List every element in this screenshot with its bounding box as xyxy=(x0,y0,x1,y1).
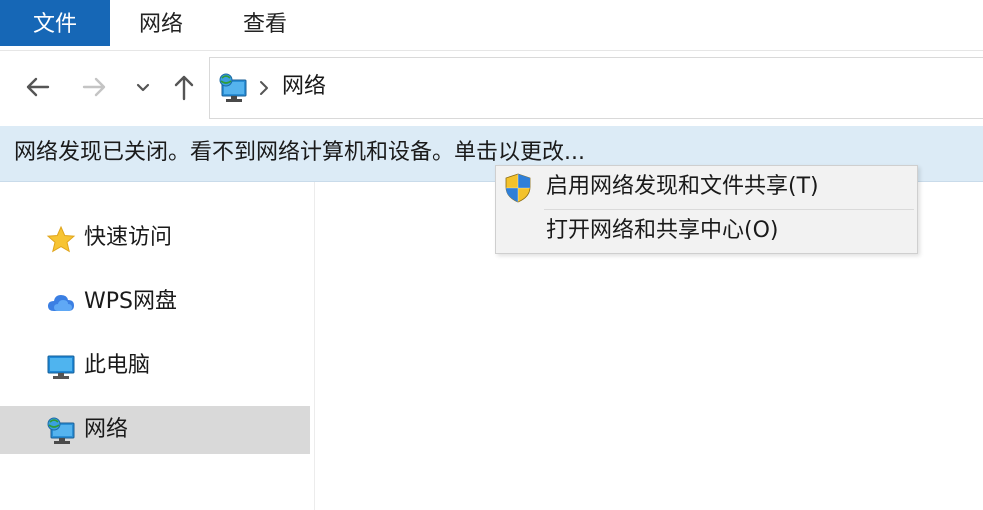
menu-item-label: 打开网络和共享中心(O) xyxy=(546,218,779,243)
star-icon xyxy=(46,225,76,253)
recent-locations-button[interactable] xyxy=(130,67,156,107)
tab-view[interactable]: 查看 xyxy=(224,0,306,46)
sidebar-item-label: 此电脑 xyxy=(84,353,151,378)
network-icon xyxy=(47,417,75,444)
up-button[interactable] xyxy=(166,67,202,107)
menu-item-label: 启用网络发现和文件共享(T) xyxy=(546,174,819,199)
monitor-icon xyxy=(47,355,75,379)
navigation-bar: 网络 xyxy=(0,51,983,125)
sidebar-item-wps-drive[interactable]: WPS网盘 xyxy=(0,278,310,326)
sidebar-item-quick-access[interactable]: 快速访问 xyxy=(0,214,310,262)
back-button[interactable] xyxy=(20,67,56,107)
uac-shield-icon xyxy=(505,173,531,203)
forward-button[interactable] xyxy=(76,67,112,107)
back-arrow-icon xyxy=(26,77,50,97)
up-arrow-icon xyxy=(174,75,194,101)
sidebar-item-network[interactable]: 网络 xyxy=(0,406,310,454)
tab-network[interactable]: 网络 xyxy=(120,0,202,46)
info-bar-message: 网络发现已关闭。看不到网络计算机和设备。单击以更改... xyxy=(14,140,585,165)
navigation-pane: 快速访问 WPS网盘 此电脑 网络 xyxy=(0,182,315,510)
sidebar-item-this-pc[interactable]: 此电脑 xyxy=(0,342,310,390)
address-bar[interactable]: 网络 xyxy=(209,57,983,119)
cloud-icon xyxy=(48,295,74,311)
context-menu: 启用网络发现和文件共享(T) 打开网络和共享中心(O) xyxy=(495,165,918,254)
ribbon: 文件 网络 查看 xyxy=(0,0,983,51)
forward-arrow-icon xyxy=(82,77,106,97)
address-location[interactable]: 网络 xyxy=(282,72,326,102)
sidebar-item-label: WPS网盘 xyxy=(84,289,177,314)
sidebar-item-label: 网络 xyxy=(84,417,129,442)
sidebar-item-label: 快速访问 xyxy=(84,225,173,250)
tab-file[interactable]: 文件 xyxy=(0,0,110,46)
recent-locations-icon xyxy=(136,83,150,92)
menu-item-enable-network-discovery[interactable]: 启用网络发现和文件共享(T) xyxy=(496,166,917,209)
network-icon xyxy=(219,73,247,102)
menu-item-open-sharing-center[interactable]: 打开网络和共享中心(O) xyxy=(496,210,917,253)
chevron-right-icon xyxy=(260,81,268,95)
